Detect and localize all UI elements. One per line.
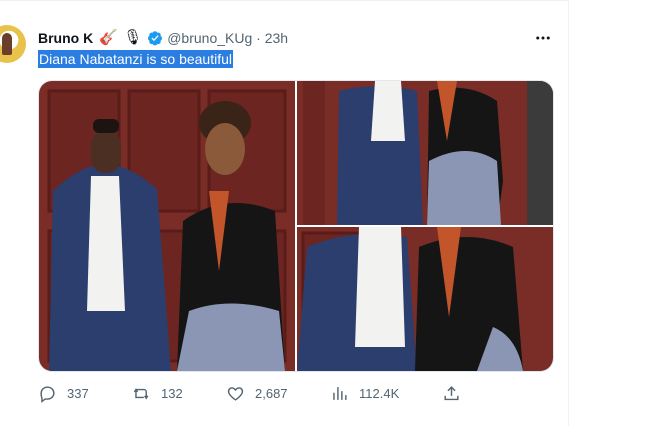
tweet-text: Diana Nabatanzi is so beautiful xyxy=(38,50,234,69)
reply-count: 337 xyxy=(67,385,89,401)
share-button[interactable] xyxy=(442,384,471,403)
views-button[interactable]: 112.4K xyxy=(330,384,442,403)
media-grid xyxy=(38,80,554,372)
tweet-header: Bruno K 🎸 🎙 @bruno_KUg · 23h xyxy=(38,28,288,48)
tweet-card[interactable]: Bruno K 🎸 🎙 @bruno_KUg · 23h Diana Nabat… xyxy=(0,0,569,426)
retweet-icon xyxy=(133,387,149,400)
selected-text: Diana Nabatanzi is so beautiful xyxy=(38,50,234,68)
verified-icon xyxy=(148,31,163,46)
divider xyxy=(0,0,568,1)
views-icon xyxy=(333,386,347,400)
view-count: 112.4K xyxy=(359,385,400,401)
like-button[interactable]: 2,687 xyxy=(226,384,330,403)
like-icon xyxy=(227,386,244,401)
author-name[interactable]: Bruno K xyxy=(38,30,93,46)
photo-2[interactable] xyxy=(297,81,553,225)
retweet-button[interactable]: 132 xyxy=(132,384,226,403)
microphone-emoji: 🎙 xyxy=(123,29,143,46)
photo-1[interactable] xyxy=(39,81,295,371)
more-icon xyxy=(536,36,550,40)
action-bar: 337 132 2,687 112.4K xyxy=(38,382,508,404)
author-avatar[interactable] xyxy=(0,25,26,63)
guitar-emoji: 🎸 xyxy=(99,29,118,46)
author-handle-timestamp[interactable]: @bruno_KUg · 23h xyxy=(167,30,288,46)
share-icon xyxy=(444,385,459,400)
reply-icon xyxy=(40,385,55,403)
retweet-count: 132 xyxy=(161,385,183,401)
more-options-button[interactable] xyxy=(533,28,553,48)
reply-button[interactable]: 337 xyxy=(38,384,132,403)
like-count: 2,687 xyxy=(255,385,288,401)
photo-3[interactable] xyxy=(297,227,553,371)
